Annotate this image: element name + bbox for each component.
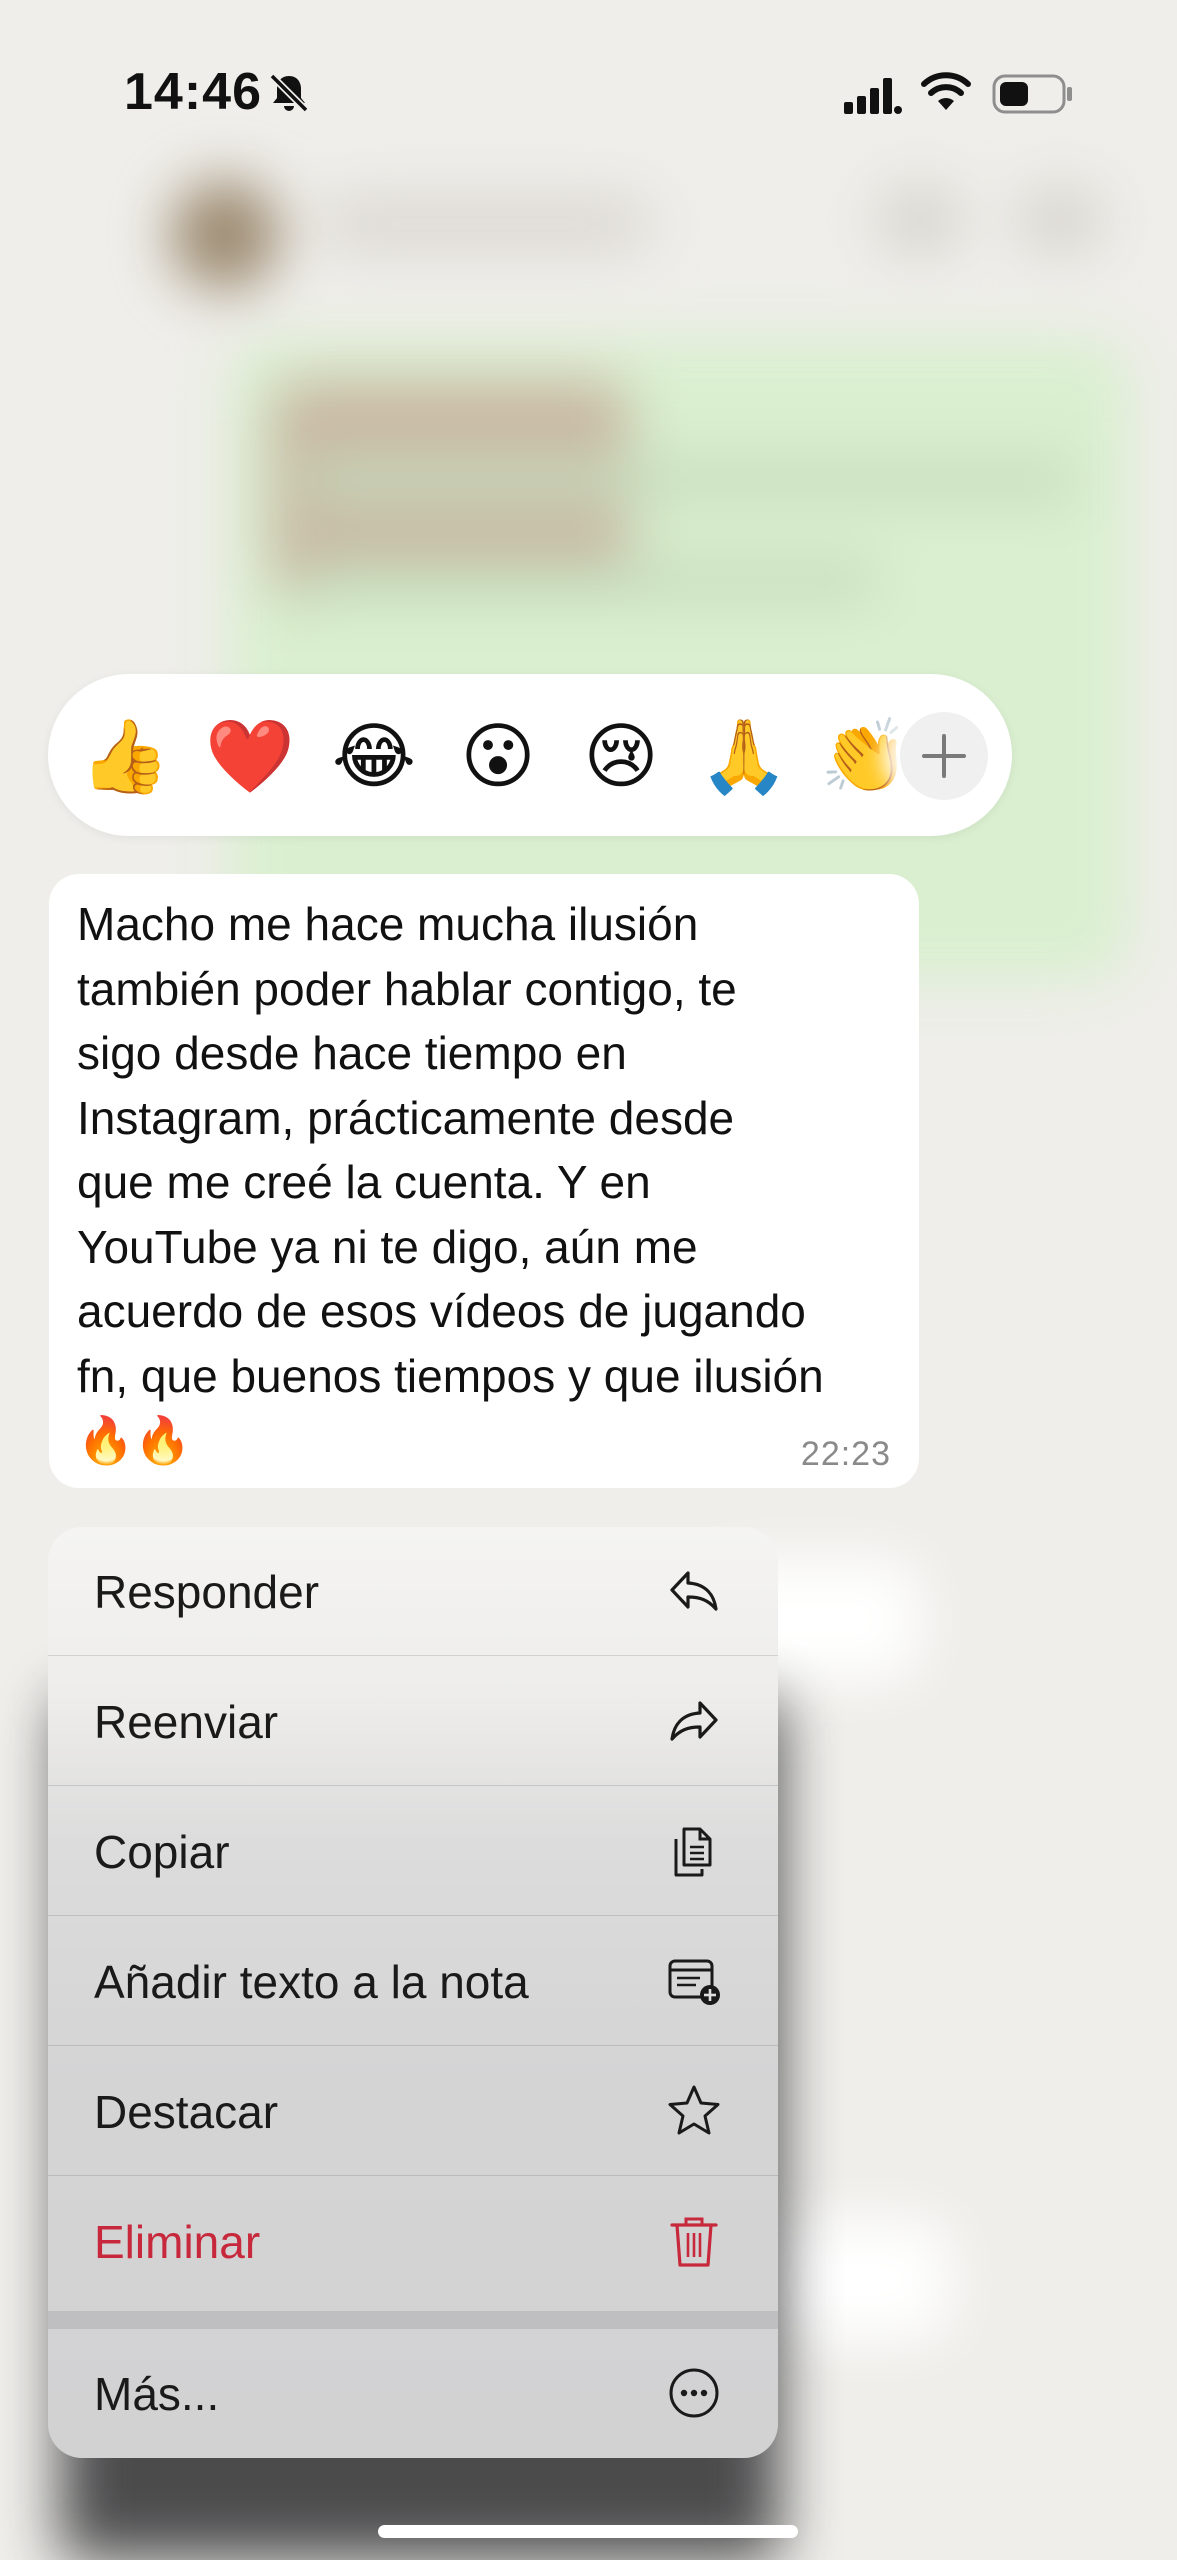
- menu-item-label: Reenviar: [94, 1696, 279, 1748]
- blurred-contact-name: [320, 200, 650, 248]
- menu-item-more[interactable]: Más...: [48, 2329, 778, 2457]
- reaction-thumbs-up[interactable]: 👍: [80, 713, 170, 799]
- reaction-tears-of-joy[interactable]: 😂: [329, 713, 419, 799]
- message-timestamp: 22:23: [800, 1435, 891, 1473]
- reply-icon: [670, 1571, 718, 1611]
- home-indicator[interactable]: [378, 2525, 798, 2538]
- menu-item-label: Responder: [94, 1566, 320, 1618]
- menu-item-forward[interactable]: Reenviar: [48, 1657, 778, 1786]
- wifi-icon: [921, 72, 971, 110]
- menu-item-delete[interactable]: Eliminar: [48, 2177, 778, 2305]
- blurred-avatar: [170, 180, 280, 290]
- battery-icon: [992, 74, 1072, 114]
- menu-item-copy[interactable]: Copiar: [48, 1787, 778, 1916]
- context-menu: Responder Reenviar Copiar Añadir texto a…: [48, 1527, 778, 2458]
- reaction-folded-hands[interactable]: 🙏: [699, 713, 789, 799]
- add-note-icon: [668, 1959, 720, 2005]
- blurred-video-call-icon: [880, 190, 960, 250]
- forward-icon: [670, 1701, 718, 1741]
- more-reactions-button[interactable]: [900, 712, 988, 800]
- menu-item-reply[interactable]: Responder: [48, 1527, 778, 1656]
- message-text: Macho me hace mucha ilusión también pode…: [77, 898, 824, 1466]
- reaction-heart[interactable]: ❤️: [205, 713, 295, 799]
- reaction-bar: 👍 ❤️ 😂 😮 😢 🙏 👏: [48, 674, 1012, 836]
- reaction-crying[interactable]: 😢: [576, 713, 666, 799]
- message-bubble[interactable]: Macho me hace mucha ilusión también pode…: [49, 874, 919, 1488]
- more-icon: [669, 2368, 719, 2418]
- bell-slash-icon: [269, 73, 309, 113]
- menu-item-label: Copiar: [94, 1826, 230, 1878]
- menu-separator: [48, 2311, 778, 2329]
- menu-item-label: Eliminar: [94, 2216, 261, 2268]
- blurred-text-line: [300, 560, 880, 600]
- status-time: 14:46: [124, 63, 262, 121]
- star-icon: [668, 2085, 720, 2135]
- trash-icon: [670, 2217, 718, 2267]
- blurred-call-icon: [1020, 190, 1100, 250]
- menu-item-label: Más...: [94, 2368, 220, 2420]
- status-bar: 14:46: [0, 0, 1177, 190]
- copy-icon: [674, 1827, 712, 1877]
- menu-item-add-to-note[interactable]: Añadir texto a la nota: [48, 1917, 778, 2046]
- menu-item-label: Añadir texto a la nota: [94, 1956, 529, 2008]
- blurred-text-line: [300, 460, 1080, 500]
- blurred-incoming-message: [750, 2220, 950, 2340]
- reaction-clapping[interactable]: 👏: [820, 713, 910, 799]
- menu-item-label: Destacar: [94, 2086, 279, 2138]
- menu-item-star[interactable]: Destacar: [48, 2047, 778, 2176]
- reaction-surprised[interactable]: 😮: [453, 713, 543, 799]
- cellular-signal-icon: [844, 78, 902, 114]
